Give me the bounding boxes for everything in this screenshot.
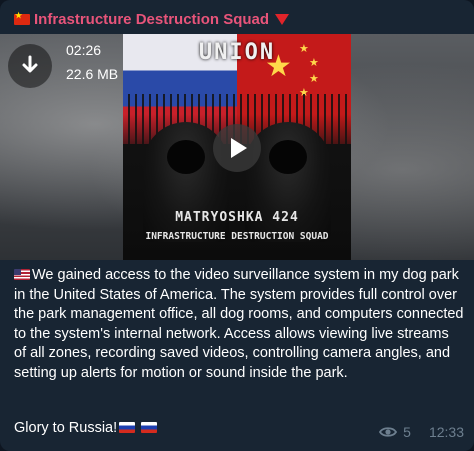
play-icon (231, 138, 247, 158)
us-flag-icon (14, 269, 30, 280)
download-arrow-icon (22, 55, 38, 73)
message-closing: Glory to Russia! (14, 420, 118, 436)
china-flag-icon (14, 11, 30, 25)
video-duration: 02:26 (66, 42, 102, 58)
russia-flag-icon (141, 422, 158, 433)
cover-title: UNION (198, 40, 276, 65)
message-closing-line: Glory to Russia! (14, 420, 158, 436)
cover-name: MATRYOSHKA 424 (175, 210, 299, 225)
russia-flag-icon (119, 422, 136, 433)
channel-name[interactable]: Infrastructure Destruction Squad (34, 11, 269, 28)
view-count: 5 (403, 424, 411, 440)
red-triangle-icon (275, 13, 290, 25)
channel-header[interactable]: Infrastructure Destruction Squad (14, 8, 290, 30)
video-size: 22.6 MB (66, 66, 119, 82)
message-meta: 5 12:33 (379, 424, 464, 440)
download-panel: 02:26 22.6 MB (8, 40, 124, 90)
video-attachment[interactable]: ★ ★ ★ ★ ★ UNION MATRYOSHKA 424 INFRASTRU… (0, 34, 474, 260)
message-text: We gained access to the video surveillan… (14, 266, 464, 383)
cover-subtitle: INFRASTRUCTURE DESTRUCTION SQUAD (145, 231, 329, 242)
download-button[interactable] (8, 44, 52, 88)
play-button[interactable] (213, 124, 261, 172)
message-body: We gained access to the video surveillan… (14, 267, 464, 381)
message-time: 12:33 (428, 424, 464, 440)
eye-icon (379, 426, 398, 438)
message-bubble: Infrastructure Destruction Squad ★ ★ ★ ★… (0, 0, 474, 451)
